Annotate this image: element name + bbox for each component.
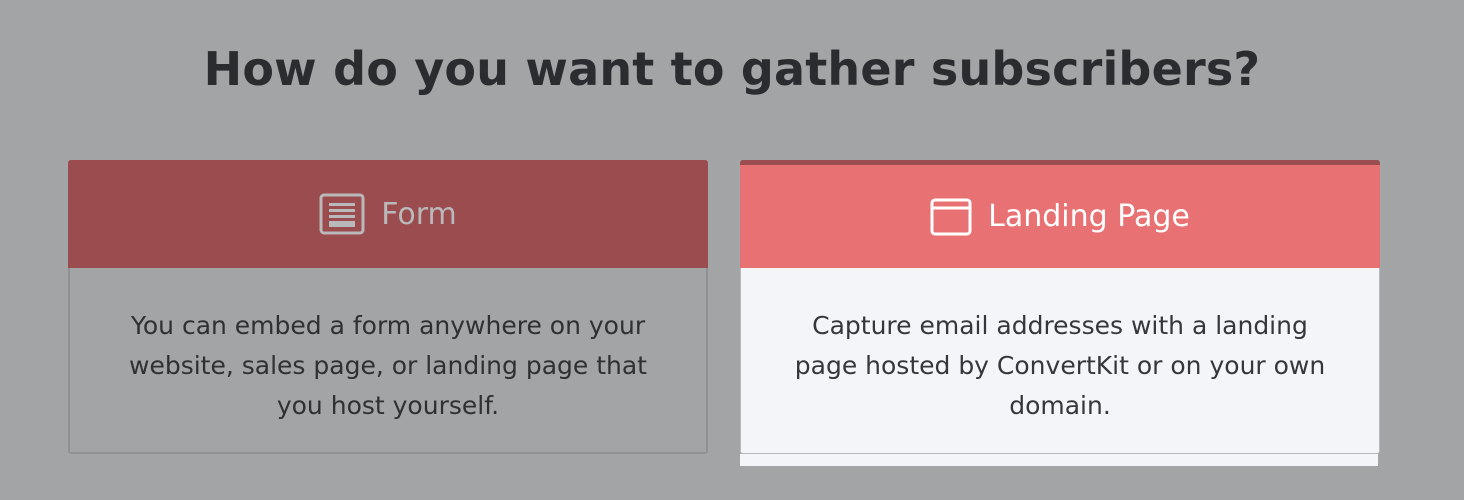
form-icon — [319, 193, 365, 235]
option-card-landing-page[interactable]: Landing Page Capture email addresses wit… — [740, 160, 1380, 466]
option-label-form: Form — [381, 196, 457, 232]
option-description-landing-page: Capture email addresses with a landing p… — [740, 268, 1380, 454]
option-card-form[interactable]: Form You can embed a form anywhere on yo… — [68, 160, 708, 454]
page-title: How do you want to gather subscribers? — [203, 42, 1261, 96]
option-label-landing-page: Landing Page — [988, 199, 1190, 234]
browser-window-icon — [930, 198, 972, 236]
option-description-form: You can embed a form anywhere on your we… — [68, 268, 708, 454]
option-card-header[interactable]: Landing Page — [740, 160, 1380, 268]
selected-card-shadow — [740, 454, 1378, 466]
option-card-header[interactable]: Form — [68, 160, 708, 268]
